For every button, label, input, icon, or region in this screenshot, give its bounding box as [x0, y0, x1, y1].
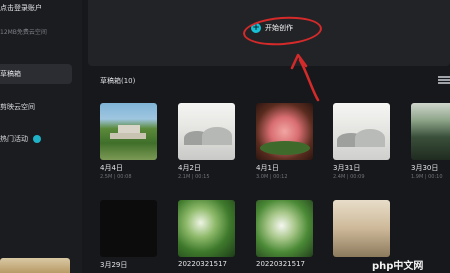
draft-meta: 1.9M | 00:10: [411, 174, 443, 180]
draft-thumbnail: [256, 103, 313, 160]
draft-card[interactable]: 20220321517: [256, 200, 313, 268]
sidebar-item-label: 热门活动: [0, 135, 28, 143]
draft-card[interactable]: 20220321517: [178, 200, 235, 268]
draft-card[interactable]: 4月2日 2.1M | 00:15: [178, 103, 235, 180]
draft-date: 4月1日: [256, 164, 279, 172]
draft-date: 4月2日: [178, 164, 201, 172]
sidebar: 点击登录账户 12MB免费云空间 草稿箱 剪映云空间 热门活动: [0, 0, 82, 273]
draft-date: 20220321517: [178, 260, 227, 268]
draft-date: 3月29日: [100, 261, 128, 269]
promo-thumbnail[interactable]: [0, 258, 70, 273]
list-view-icon[interactable]: [438, 76, 450, 85]
draft-card[interactable]: [333, 200, 390, 257]
draft-meta: 2.1M | 00:15: [178, 174, 210, 180]
draft-date: 3月30日: [411, 164, 439, 172]
draft-card[interactable]: 3月30日 1.9M | 00:10: [411, 103, 450, 180]
sidebar-item-label: 剪映云空间: [0, 103, 35, 111]
login-link[interactable]: 点击登录账户: [0, 3, 42, 13]
draft-thumbnail: [411, 103, 450, 160]
sidebar-item-drafts[interactable]: 草稿箱: [0, 64, 72, 84]
draft-thumbnail: [333, 200, 390, 257]
draft-thumbnail: [178, 103, 235, 160]
sidebar-item-events[interactable]: 热门活动: [0, 129, 72, 149]
draft-meta: 2.5M | 00:08: [100, 174, 132, 180]
draft-thumbnail: [178, 200, 235, 257]
draft-date: 3月31日: [333, 164, 361, 172]
draft-meta: 2.4M | 00:09: [333, 174, 365, 180]
sidebar-item-label: 草稿箱: [0, 70, 21, 78]
draft-date: 20220321517: [256, 260, 305, 268]
draft-date: 4月4日: [100, 164, 123, 172]
draft-thumbnail: [256, 200, 313, 257]
draft-meta: 3.0M | 00:12: [256, 174, 288, 180]
cloud-space-info: 12MB免费云空间: [0, 29, 47, 36]
notification-badge-icon: [33, 135, 42, 143]
drafts-title: 草稿箱(10): [100, 77, 136, 85]
draft-thumbnail: [100, 200, 157, 257]
draft-card[interactable]: 4月4日 2.5M | 00:08: [100, 103, 157, 180]
watermark-logo: php中文网: [372, 261, 424, 272]
draft-thumbnail: [333, 103, 390, 160]
draft-card[interactable]: 3月29日: [100, 200, 157, 270]
sidebar-item-cloud-space[interactable]: 剪映云空间: [0, 97, 72, 117]
draft-card[interactable]: 4月1日 3.0M | 00:12: [256, 103, 313, 180]
draft-thumbnail: [100, 103, 157, 160]
draft-card[interactable]: 3月31日 2.4M | 00:09: [333, 103, 390, 180]
